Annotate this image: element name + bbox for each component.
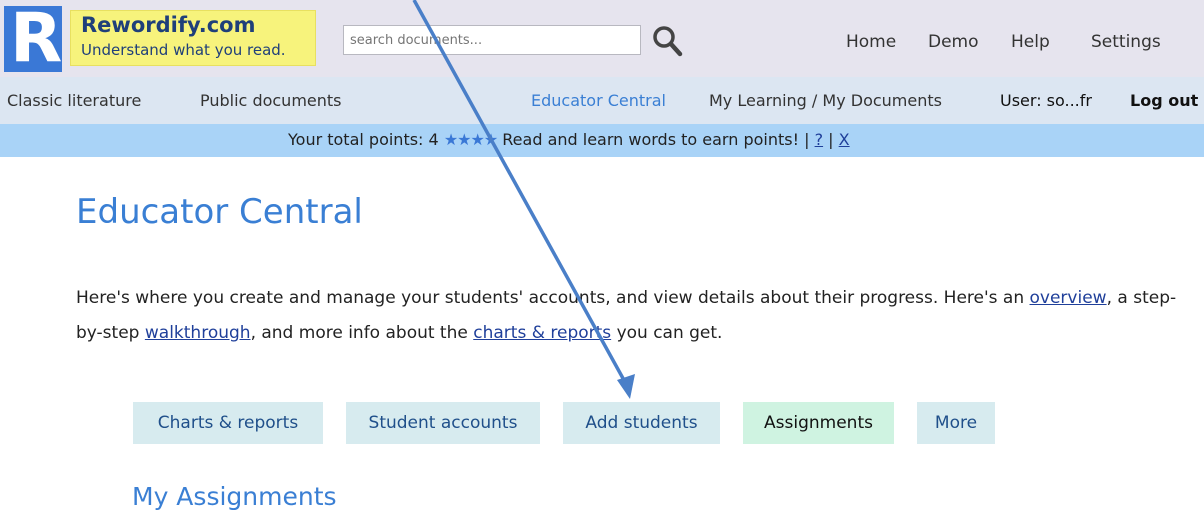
intro-paragraph: Here's where you create and manage your … (76, 281, 1186, 351)
brand-name: Rewordify.com (81, 13, 256, 37)
logout-link[interactable]: Log out (1130, 91, 1198, 110)
logo-icon[interactable]: R (4, 0, 62, 78)
nav-educator-central[interactable]: Educator Central (531, 91, 666, 110)
overview-link[interactable]: overview (1030, 288, 1107, 308)
tab-add-students[interactable]: Add students (563, 402, 720, 444)
tab-more[interactable]: More (917, 402, 995, 444)
nav-home[interactable]: Home (846, 32, 896, 52)
charts-reports-link[interactable]: charts & reports (473, 323, 611, 343)
points-close-link[interactable]: X (839, 130, 850, 149)
tab-assignments[interactable]: Assignments (743, 402, 894, 444)
points-stars-icon: ★★★★ (443, 130, 498, 149)
points-separator: | (828, 130, 834, 149)
nav-help[interactable]: Help (1011, 32, 1050, 52)
tab-charts-reports[interactable]: Charts & reports (133, 402, 323, 444)
secondary-nav: Classic literature Public documents Educ… (0, 77, 1204, 124)
top-header: R Rewordify.com Understand what you read… (0, 0, 1204, 78)
search-icon[interactable] (650, 24, 686, 58)
nav-demo[interactable]: Demo (928, 32, 979, 52)
points-banner: Your total points: 4 ★★★★ Read and learn… (0, 124, 1204, 157)
points-prefix: Your total points: 4 (288, 130, 439, 149)
nav-settings[interactable]: Settings (1091, 32, 1161, 52)
nav-public-documents[interactable]: Public documents (200, 91, 342, 110)
walkthrough-link[interactable]: walkthrough (145, 323, 251, 343)
user-menu[interactable]: User: so...fr (1000, 91, 1092, 110)
brand-tagline: Understand what you read. (81, 41, 286, 59)
brand-logo[interactable]: Rewordify.com Understand what you read. (70, 10, 316, 66)
logo-letter: R (10, 0, 63, 78)
points-text: Your total points: 4 ★★★★ Read and learn… (288, 130, 850, 149)
page-title: Educator Central (76, 192, 363, 232)
search-input[interactable] (343, 25, 641, 55)
points-help-link[interactable]: ? (815, 130, 824, 149)
intro-text-4: you can get. (616, 323, 723, 343)
intro-text-3: , and more info about the (250, 323, 468, 343)
nav-my-learning[interactable]: My Learning / My Documents (709, 91, 942, 110)
intro-text-1: Here's where you create and manage your … (76, 288, 1025, 308)
tab-student-accounts[interactable]: Student accounts (346, 402, 540, 444)
nav-classic-literature[interactable]: Classic literature (7, 91, 141, 110)
points-suffix: Read and learn words to earn points! | (502, 130, 810, 149)
section-title: My Assignments (132, 482, 337, 511)
